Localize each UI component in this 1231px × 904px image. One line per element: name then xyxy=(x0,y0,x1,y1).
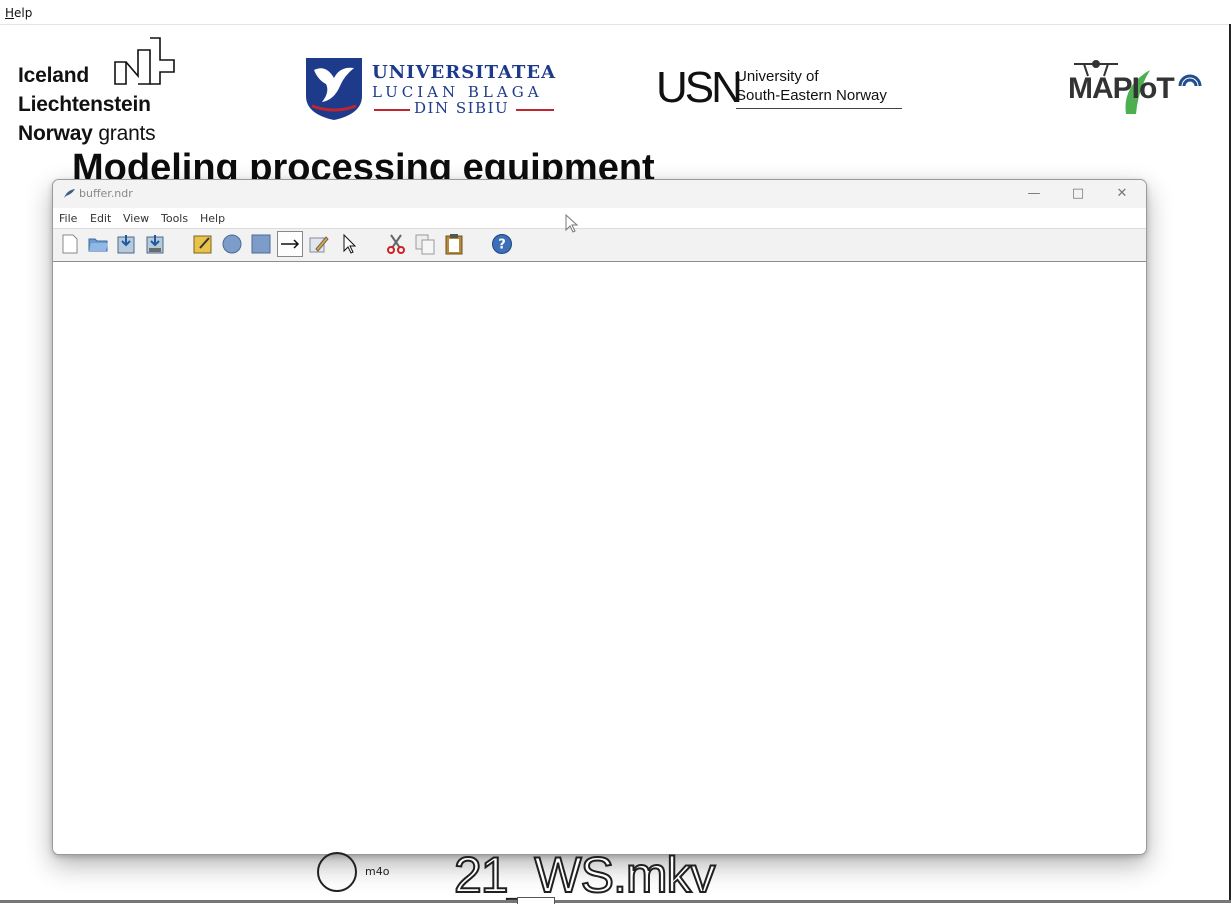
usn-line1-text: University of xyxy=(736,68,819,85)
save-as-icon[interactable] xyxy=(144,233,166,255)
open-folder-icon[interactable] xyxy=(87,233,109,255)
help-question-icon[interactable]: ? xyxy=(491,233,513,255)
app-menubar: File Edit View Tools Help xyxy=(53,208,1146,228)
player-menubar: Help xyxy=(0,0,1231,25)
grants-norway-text: Norway xyxy=(18,122,93,145)
drawing-canvas[interactable] xyxy=(53,262,1146,854)
slide-title-wrap: Modeling processing equipment xyxy=(72,146,772,182)
grants-iceland-text: Iceland xyxy=(18,64,89,87)
video-filename-overlay: 21_WS.mkv xyxy=(453,846,717,904)
ulbs-din-sibiu-text: DIN SIBIU xyxy=(414,99,510,117)
usn-underline xyxy=(736,108,902,109)
mapiot-text: MAPIoT xyxy=(1068,72,1175,105)
transition-circle-icon[interactable] xyxy=(221,233,243,255)
maximize-button[interactable]: □ xyxy=(1055,180,1101,208)
svg-text:?: ? xyxy=(498,238,506,253)
grants-word-text: grants xyxy=(98,122,156,145)
player-help-menu[interactable]: Help xyxy=(5,6,32,20)
grants-liechtenstein-text: Liechtenstein xyxy=(18,93,151,116)
new-file-icon[interactable] xyxy=(59,233,81,255)
app-window: buffer.ndr — □ ✕ File Edit View Tools He… xyxy=(52,179,1147,855)
ulbs-universitatea-text: UNIVERSITATEA xyxy=(372,62,557,83)
save-icon[interactable] xyxy=(115,233,137,255)
menu-view[interactable]: View xyxy=(123,212,149,225)
ulbs-red-line-right xyxy=(516,109,554,111)
place-tool-icon[interactable] xyxy=(192,233,214,255)
ulbs-red-line-left xyxy=(374,109,410,111)
usn-logo: USN University of South-Eastern Norway xyxy=(656,64,906,116)
usn-mark-text: USN xyxy=(656,63,743,112)
copy-icon[interactable] xyxy=(414,233,436,255)
minimize-button[interactable]: — xyxy=(1011,180,1057,208)
circle-label-m4o: m4o xyxy=(365,865,390,878)
usn-line2-text: South-Eastern Norway xyxy=(736,87,887,104)
toolbar: ? xyxy=(53,228,1146,263)
mapiot-logo: MAPIoT xyxy=(1066,56,1206,120)
norway-grants-logo: Iceland Liechtenstein Norway grants xyxy=(18,36,188,148)
menu-file[interactable]: File xyxy=(59,212,77,225)
place-circle-shape xyxy=(317,852,357,892)
paste-icon[interactable] xyxy=(443,233,465,255)
window-title: buffer.ndr xyxy=(79,187,133,200)
app-feather-icon xyxy=(64,189,75,198)
menu-edit[interactable]: Edit xyxy=(90,212,111,225)
window-titlebar[interactable]: buffer.ndr — □ ✕ xyxy=(53,180,1146,208)
grants-flag-icon xyxy=(114,37,175,85)
cut-scissors-icon[interactable] xyxy=(385,233,407,255)
grants-norway-line: Norway grants xyxy=(18,122,156,146)
mouse-cursor-icon xyxy=(565,214,579,233)
ulbs-crest-icon xyxy=(306,58,362,120)
ulbs-logo: UNIVERSITATEA LUCIAN BLAGA DIN SIBIU xyxy=(304,56,556,122)
menu-tools[interactable]: Tools xyxy=(161,212,188,225)
arc-arrow-tool[interactable] xyxy=(277,231,303,257)
edit-pencil-icon[interactable] xyxy=(308,233,330,255)
place-square-icon[interactable] xyxy=(250,233,272,255)
arc-arrow-icon xyxy=(281,239,300,249)
close-button[interactable]: ✕ xyxy=(1099,180,1145,208)
slide-title: Modeling processing equipment xyxy=(72,147,655,182)
pointer-select-icon[interactable] xyxy=(338,233,360,255)
menu-help[interactable]: Help xyxy=(200,212,225,225)
